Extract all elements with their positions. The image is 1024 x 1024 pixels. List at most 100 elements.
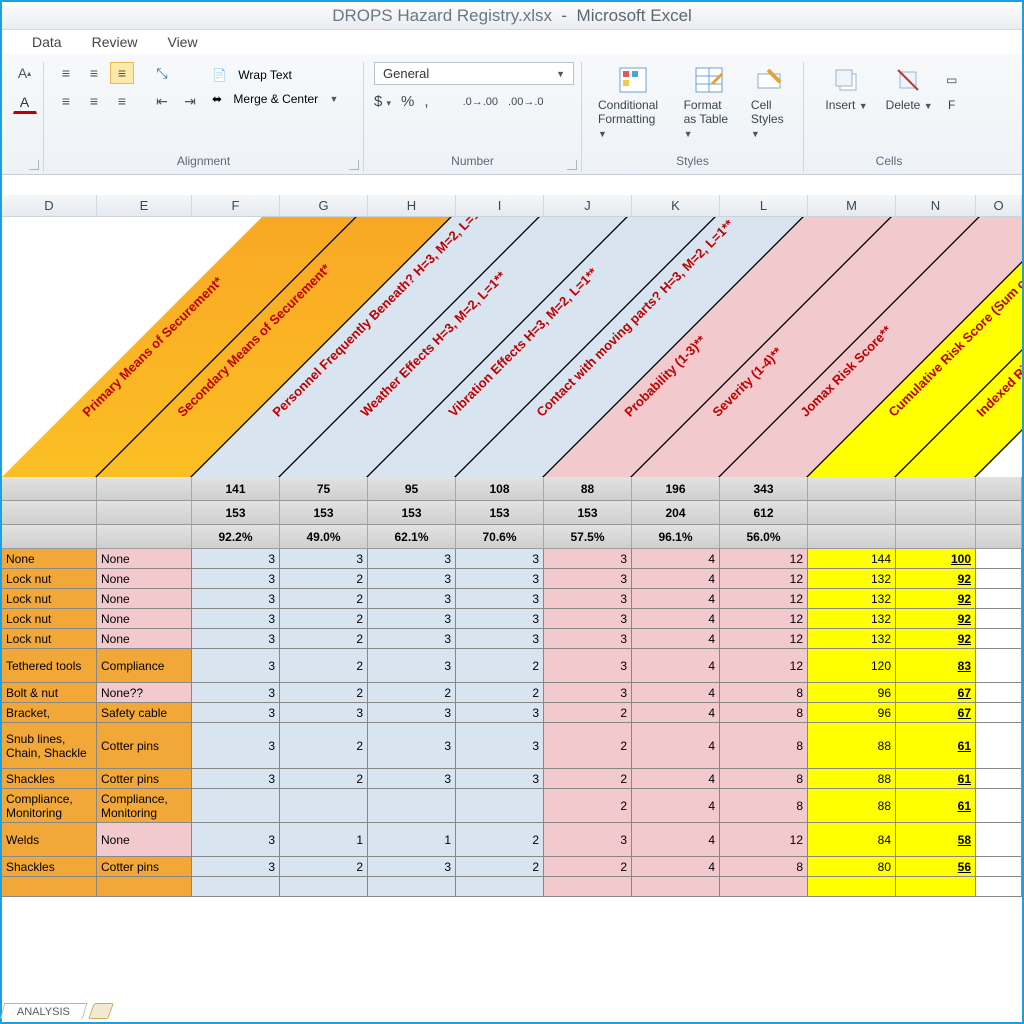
cell[interactable]: 61	[896, 769, 976, 788]
currency-icon[interactable]: $ ▾	[374, 93, 391, 110]
summary-cell[interactable]: 49.0%	[280, 525, 368, 548]
table-row[interactable]: Bolt & nutNone??32223489667	[2, 683, 1022, 703]
cell[interactable]: 3	[456, 569, 544, 588]
cell[interactable]: 80	[808, 857, 896, 876]
align-center-icon[interactable]: ≡	[82, 90, 106, 112]
format-as-table-button[interactable]: Format as Table ▼	[678, 62, 741, 142]
cell[interactable]: 3	[192, 609, 280, 628]
cell[interactable]: 3	[192, 857, 280, 876]
comma-icon[interactable]: ,	[424, 93, 428, 110]
cell[interactable]: 12	[720, 589, 808, 608]
cell[interactable]: 3	[192, 649, 280, 682]
summary-cell[interactable]: 75	[280, 477, 368, 500]
cell[interactable]: 8	[720, 769, 808, 788]
cell[interactable]	[808, 877, 896, 896]
align-middle-icon[interactable]: ≡	[82, 62, 106, 84]
summary-cell[interactable]: 153	[280, 501, 368, 524]
summary-cell[interactable]	[97, 525, 192, 548]
summary-cell[interactable]	[97, 477, 192, 500]
cell[interactable]: 83	[896, 649, 976, 682]
cell[interactable]: 12	[720, 629, 808, 648]
number-format-select[interactable]: General▼	[374, 62, 574, 85]
cell[interactable]	[456, 877, 544, 896]
align-right-icon[interactable]: ≡	[110, 90, 134, 112]
cell[interactable]: 3	[544, 629, 632, 648]
cell[interactable]	[976, 649, 1022, 682]
cell[interactable]: Cotter pins	[97, 769, 192, 788]
cell[interactable]: 88	[808, 789, 896, 822]
cell[interactable]: 3	[280, 703, 368, 722]
cell[interactable]: 2	[280, 683, 368, 702]
cell[interactable]: 96	[808, 703, 896, 722]
cell[interactable]: 4	[632, 789, 720, 822]
cell[interactable]: 4	[632, 609, 720, 628]
summary-cell[interactable]: 62.1%	[368, 525, 456, 548]
cell[interactable]: 3	[192, 703, 280, 722]
cell[interactable]: 4	[632, 649, 720, 682]
cell[interactable]	[280, 877, 368, 896]
cell[interactable]: 3	[368, 569, 456, 588]
summary-cell[interactable]: 141	[192, 477, 280, 500]
cell[interactable]: 3	[368, 629, 456, 648]
cell[interactable]: 12	[720, 649, 808, 682]
summary-cell[interactable]	[2, 501, 97, 524]
cell[interactable]: 92	[896, 589, 976, 608]
cell[interactable]: 2	[280, 649, 368, 682]
table-row[interactable]: Tethered toolsCompliance3232341212083	[2, 649, 1022, 683]
cell[interactable]: 3	[456, 769, 544, 788]
table-row[interactable]: Lock nutNone3233341213292	[2, 589, 1022, 609]
cell[interactable]	[976, 629, 1022, 648]
dialog-launcher-icon[interactable]	[567, 160, 577, 170]
cell[interactable]: 3	[544, 549, 632, 568]
summary-cell[interactable]: 343	[720, 477, 808, 500]
cell[interactable]: Cotter pins	[97, 857, 192, 876]
cell[interactable]: 3	[544, 569, 632, 588]
table-row[interactable]: Lock nutNone3233341213292	[2, 609, 1022, 629]
summary-cell[interactable]	[808, 525, 896, 548]
cell[interactable]	[192, 877, 280, 896]
col-D[interactable]: D	[2, 195, 97, 216]
cell[interactable]: 3	[192, 549, 280, 568]
cell[interactable]: 2	[544, 769, 632, 788]
align-left-icon[interactable]: ≡	[54, 90, 78, 112]
cell[interactable]: 3	[192, 723, 280, 768]
menu-view[interactable]: View	[167, 34, 197, 54]
summary-row[interactable]: 153153153153153204612	[2, 501, 1022, 525]
increase-decimal-icon[interactable]: .0→.00	[463, 96, 498, 108]
cell[interactable]	[976, 703, 1022, 722]
summary-cell[interactable]	[896, 501, 976, 524]
cell[interactable]: 56	[896, 857, 976, 876]
cell[interactable]: 120	[808, 649, 896, 682]
orientation-icon[interactable]: ⤡	[150, 62, 174, 84]
summary-cell[interactable]	[97, 501, 192, 524]
summary-cell[interactable]: 95	[368, 477, 456, 500]
cell[interactable]: 4	[632, 823, 720, 856]
summary-cell[interactable]	[976, 501, 1022, 524]
cell[interactable]: 3	[456, 703, 544, 722]
cell[interactable]	[896, 877, 976, 896]
cell[interactable]: 100	[896, 549, 976, 568]
table-row[interactable]: NoneNone33333412144100	[2, 549, 1022, 569]
cell[interactable]	[368, 789, 456, 822]
cell[interactable]: Bracket,	[2, 703, 97, 722]
summary-cell[interactable]: 153	[192, 501, 280, 524]
align-bottom-icon[interactable]: ≡	[110, 62, 134, 84]
cell[interactable]: 3	[456, 723, 544, 768]
cell[interactable]: 3	[368, 649, 456, 682]
summary-cell[interactable]: 204	[632, 501, 720, 524]
percent-icon[interactable]: %	[401, 93, 414, 110]
cell[interactable]	[280, 789, 368, 822]
cell[interactable]: Lock nut	[2, 629, 97, 648]
cell[interactable]: None??	[97, 683, 192, 702]
font-grow-icon[interactable]: A▴	[13, 62, 37, 84]
cell[interactable]	[976, 877, 1022, 896]
cell[interactable]: 3	[192, 629, 280, 648]
dialog-launcher-icon[interactable]	[29, 160, 39, 170]
sheet-tab[interactable]: ANALYSIS	[0, 1003, 87, 1020]
cell[interactable]: 4	[632, 569, 720, 588]
cell[interactable]: 132	[808, 629, 896, 648]
cell[interactable]: 96	[808, 683, 896, 702]
cell[interactable]: None	[97, 589, 192, 608]
cell[interactable]	[976, 683, 1022, 702]
cell[interactable]: 3	[192, 683, 280, 702]
